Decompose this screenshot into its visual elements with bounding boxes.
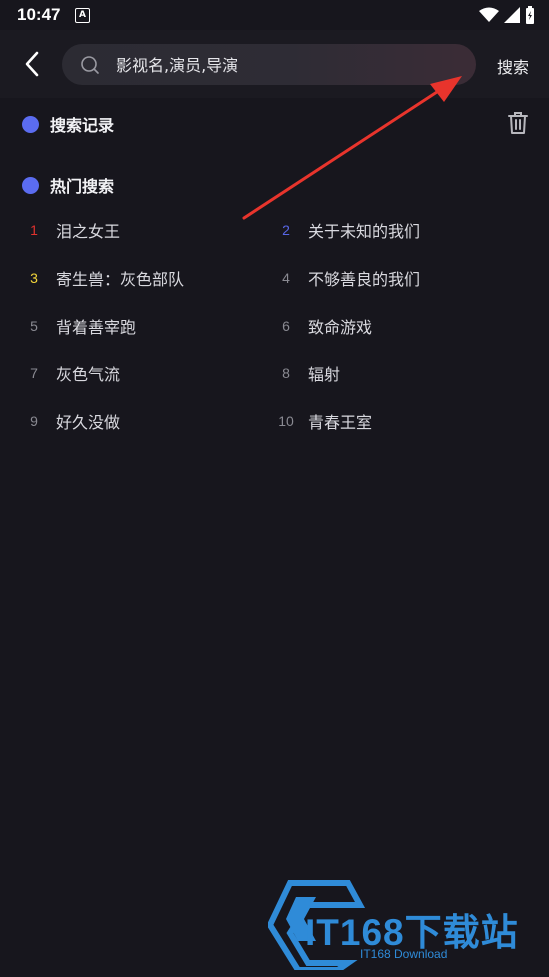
search-icon xyxy=(81,56,99,74)
hot-item-8[interactable]: 8 辐射 xyxy=(272,355,340,391)
hot-term: 不够善良的我们 xyxy=(308,270,421,289)
hot-header: 热门搜索 xyxy=(22,173,114,197)
hot-term: 背着善宰跑 xyxy=(56,318,137,337)
search-button[interactable]: 搜索 xyxy=(497,54,529,78)
hot-term: 泪之女王 xyxy=(56,222,121,241)
hot-rank: 9 xyxy=(30,413,38,429)
hot-item-2[interactable]: 2 关于未知的我们 xyxy=(272,212,420,248)
trash-icon[interactable] xyxy=(507,111,529,135)
hot-term: 灰色气流 xyxy=(56,365,121,384)
hot-dot-icon xyxy=(22,176,39,194)
hot-rank: 5 xyxy=(30,318,38,334)
hot-rank: 6 xyxy=(282,318,290,334)
hot-item-1[interactable]: 1 泪之女王 xyxy=(20,212,120,248)
hot-item-5[interactable]: 5 背着善宰跑 xyxy=(20,308,136,344)
history-title: 搜索记录 xyxy=(50,116,115,135)
notification-icon: A xyxy=(75,8,90,23)
hot-item-9[interactable]: 9 好久没做 xyxy=(20,403,120,439)
hot-rank: 3 xyxy=(30,270,38,286)
hot-rank: 8 xyxy=(282,365,290,381)
hot-item-6[interactable]: 6 致命游戏 xyxy=(272,308,372,344)
search-box[interactable] xyxy=(62,44,476,87)
hot-term: 关于未知的我们 xyxy=(308,222,421,241)
status-bar: 10:47 A xyxy=(0,0,549,30)
hot-rank: 2 xyxy=(282,222,290,238)
history-header: 搜索记录 xyxy=(22,112,114,136)
status-time: 10:47 xyxy=(17,5,61,24)
hot-term: 致命游戏 xyxy=(308,318,373,337)
hot-rank: 1 xyxy=(30,222,38,238)
hot-rank: 7 xyxy=(30,365,38,381)
history-dot-icon xyxy=(22,115,39,133)
search-input[interactable] xyxy=(114,44,458,87)
signal-icon xyxy=(504,7,520,23)
hot-rank: 4 xyxy=(282,270,290,286)
hot-item-10[interactable]: 10 青春王室 xyxy=(272,403,372,439)
hot-rank: 10 xyxy=(278,413,294,429)
hot-term: 青春王室 xyxy=(308,413,373,432)
hot-term: 寄生兽：灰色部队 xyxy=(56,270,185,289)
hot-item-3[interactable]: 3 寄生兽：灰色部队 xyxy=(20,260,184,296)
hot-item-4[interactable]: 4 不够善良的我们 xyxy=(272,260,420,296)
watermark-sub: IT168 Download xyxy=(360,947,448,961)
top-bar: 搜索 xyxy=(0,30,549,98)
hot-title: 热门搜索 xyxy=(50,177,115,196)
back-button[interactable] xyxy=(16,48,48,80)
hot-term: 辐射 xyxy=(308,365,341,384)
chevron-left-icon xyxy=(25,51,39,77)
hot-term: 好久没做 xyxy=(56,413,121,432)
wifi-icon xyxy=(479,7,499,22)
status-icons xyxy=(479,6,535,24)
hot-item-7[interactable]: 7 灰色气流 xyxy=(20,355,120,391)
battery-icon xyxy=(526,6,534,24)
annotation-arrow-icon xyxy=(242,76,462,220)
